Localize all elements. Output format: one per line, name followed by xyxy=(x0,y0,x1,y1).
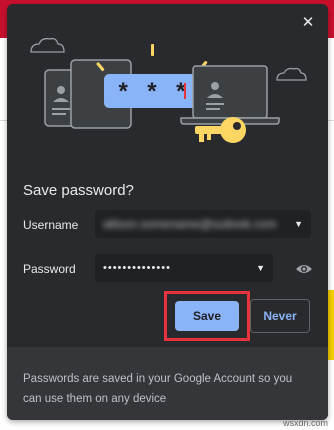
sparkle xyxy=(151,44,154,56)
password-field[interactable]: •••••••••••••• ▼ xyxy=(95,254,273,282)
username-label: Username xyxy=(23,218,79,232)
password-value: •••••••••••••• xyxy=(103,262,171,274)
chevron-down-icon[interactable]: ▼ xyxy=(256,263,265,273)
never-button[interactable]: Never xyxy=(250,299,310,333)
footer-text: Passwords are saved in your Google Accou… xyxy=(23,373,293,405)
background-accent xyxy=(328,290,334,360)
save-password-dialog: * * * ✕ Save password? Username allison.… xyxy=(7,4,328,420)
username-field[interactable]: allison.somename@outlook.com ▼ xyxy=(95,210,311,238)
password-bubble: * * * xyxy=(104,74,199,108)
eye-icon[interactable] xyxy=(295,262,313,276)
watermark: wsxdn.com xyxy=(282,418,328,428)
laptop-icon xyxy=(180,65,280,125)
password-illustration: * * * xyxy=(30,37,307,143)
cloud-icon xyxy=(276,67,307,81)
save-button[interactable]: Save xyxy=(175,301,239,331)
close-icon[interactable]: ✕ xyxy=(298,12,318,32)
password-label: Password xyxy=(23,262,76,276)
username-value: allison.somename@outlook.com xyxy=(103,217,277,231)
dialog-footer: Passwords are saved in your Google Accou… xyxy=(7,347,328,420)
chevron-down-icon[interactable]: ▼ xyxy=(294,219,303,229)
cloud-icon xyxy=(30,37,65,53)
svg-text:* * *: * * * xyxy=(116,81,188,108)
dialog-title: Save password? xyxy=(23,182,134,199)
